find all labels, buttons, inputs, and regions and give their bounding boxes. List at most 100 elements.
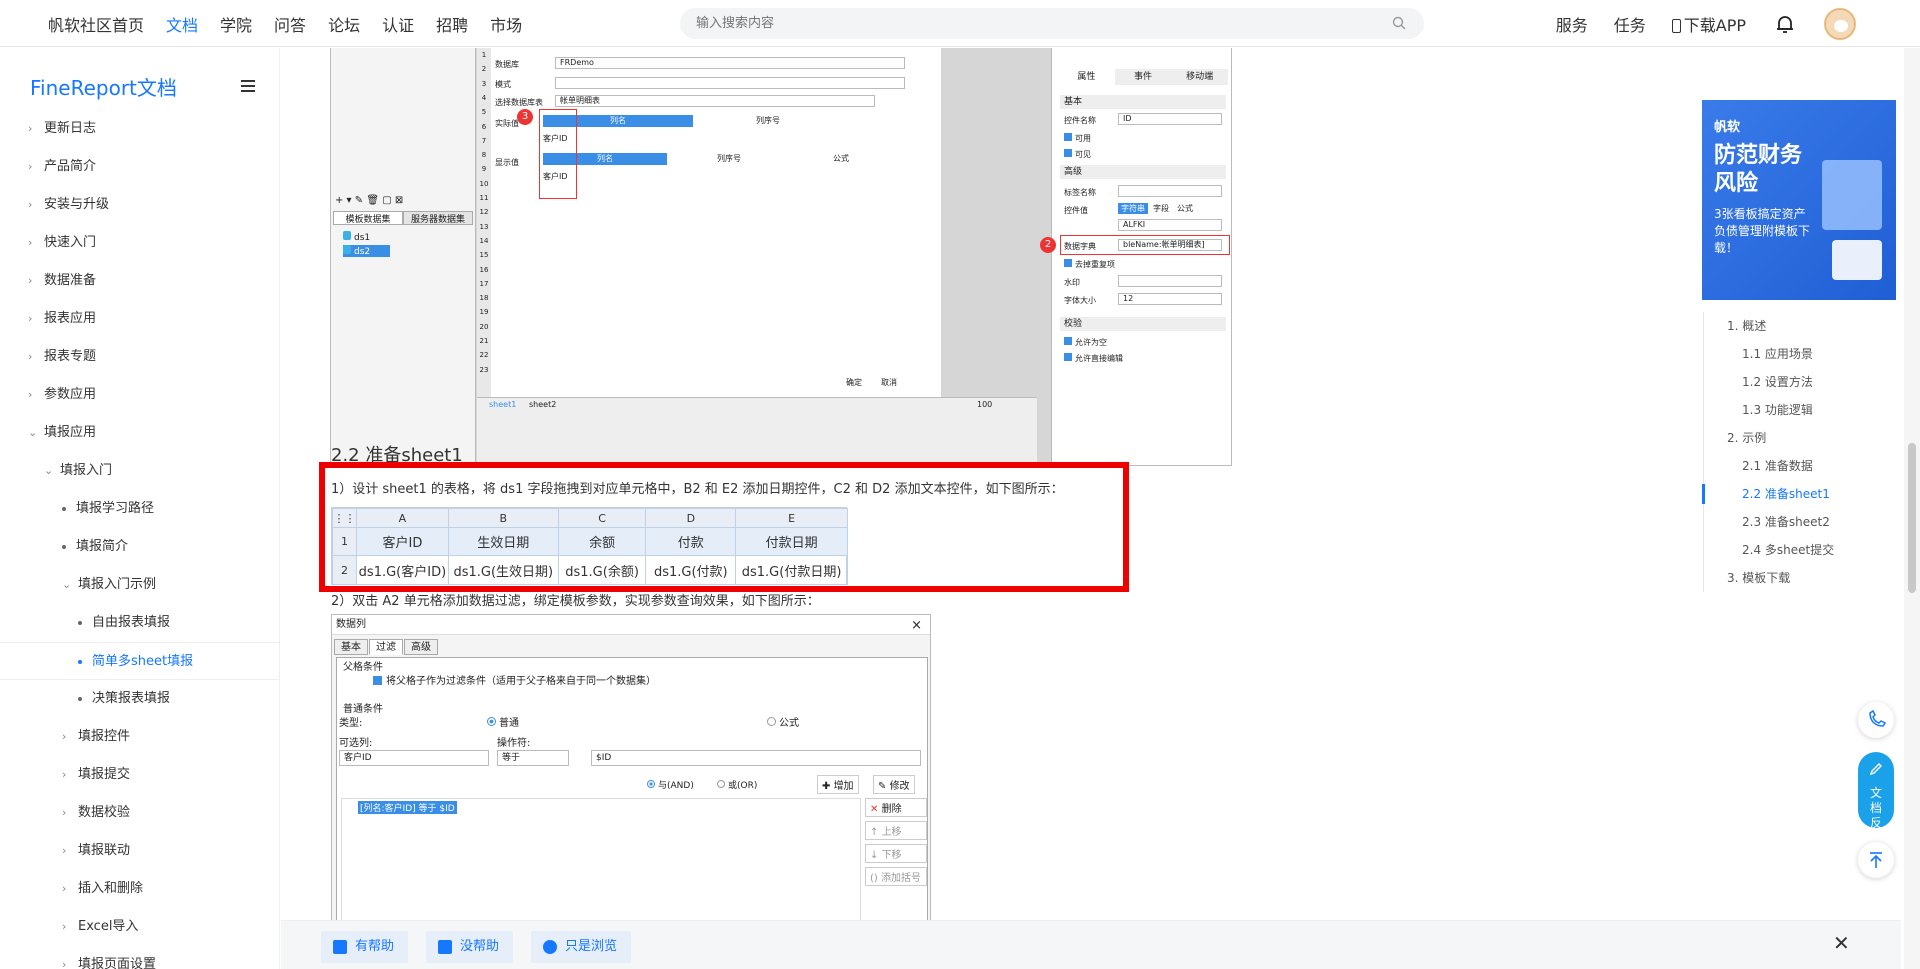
nav-docs[interactable]: 文档 <box>166 12 198 36</box>
nav-download-app[interactable]: 下载APP <box>1671 12 1746 36</box>
tab-sheet1[interactable]: sheet1 <box>489 400 516 409</box>
unhelpful-button[interactable]: 没帮助 <box>426 931 514 963</box>
tab-template-dataset[interactable]: 模板数据集 <box>333 211 403 225</box>
section-check[interactable]: 校验 <box>1060 317 1226 331</box>
property-tab[interactable]: 事件 <box>1115 69 1172 85</box>
sidebar-item[interactable]: › 填报联动 <box>0 832 279 870</box>
dataset-ds2[interactable]: ds2 <box>343 245 391 257</box>
scrollbar-thumb[interactable] <box>1908 443 1916 593</box>
or-radio[interactable]: 或(OR) <box>717 778 757 791</box>
sidebar-item[interactable]: › 参数应用 <box>0 376 279 414</box>
toc-item[interactable]: 3. 模板下载 <box>1704 564 1903 592</box>
add-button[interactable]: ✚ 增加 <box>817 775 859 794</box>
bracket-button[interactable]: () 添加括号 <box>865 867 927 886</box>
page-scrollbar[interactable] <box>1904 48 1920 969</box>
sidebar-item[interactable]: › 产品简介 <box>0 148 279 186</box>
sidebar-item[interactable]: › 报表应用 <box>0 300 279 338</box>
sidebar-item[interactable]: › 报表专题 <box>0 338 279 376</box>
condition-item[interactable]: [列名:客户ID] 等于 $ID <box>358 801 457 814</box>
nav-academy[interactable]: 学院 <box>220 12 252 36</box>
sidebar-item[interactable]: › Excel导入 <box>0 908 279 946</box>
toc-item[interactable]: 2.3 准备sheet2 <box>1704 508 1903 536</box>
opt-field[interactable]: 字段 <box>1150 203 1172 214</box>
avatar[interactable] <box>1824 7 1856 40</box>
allow-empty-checkbox[interactable]: 允许为空 <box>1064 337 1107 348</box>
sidebar-item[interactable]: 决策报表填报 <box>0 680 279 718</box>
toc-item[interactable]: 1. 概述 <box>1704 312 1903 340</box>
toc-item[interactable]: 2.1 准备数据 <box>1704 452 1903 480</box>
nav-jobs[interactable]: 招聘 <box>436 12 468 36</box>
opt-formula[interactable]: 公式 <box>1174 203 1196 214</box>
helpful-button[interactable]: 有帮助 <box>321 931 409 963</box>
ok-button[interactable]: 确定 <box>846 377 862 388</box>
close-icon[interactable]: ✕ <box>1833 933 1853 953</box>
sidebar-item[interactable]: › 安装与升级 <box>0 186 279 224</box>
browse-button[interactable]: 只是浏览 <box>531 931 632 963</box>
fontsize-select[interactable]: 12 <box>1118 293 1222 305</box>
tab-advanced[interactable]: 高级 <box>404 639 438 655</box>
section-advanced[interactable]: 高级 <box>1060 165 1226 179</box>
opt-string[interactable]: 字符串 <box>1118 203 1148 214</box>
phone-button[interactable] <box>1858 702 1894 738</box>
dict-input[interactable]: bleName:帐单明细表] <box>1118 239 1222 251</box>
tab-sheet2[interactable]: sheet2 <box>529 400 556 409</box>
name-input[interactable]: ID <box>1118 113 1222 125</box>
ctrl-text-input[interactable]: ALFKI <box>1118 219 1222 231</box>
tab-basic[interactable]: 基本 <box>334 639 368 655</box>
actual-colseq[interactable]: 列序号 <box>693 115 843 127</box>
mode-select[interactable] <box>555 77 905 89</box>
section-basic[interactable]: 基本 <box>1060 95 1226 109</box>
sidebar-brand[interactable]: FineReport文档 <box>30 72 177 101</box>
sidebar-item[interactable]: 简单多sheet填报 <box>0 642 279 680</box>
bell-icon[interactable] <box>1776 14 1794 34</box>
visible-checkbox[interactable]: 可见 <box>1064 149 1091 160</box>
toc-item[interactable]: 2.4 多sheet提交 <box>1704 536 1903 564</box>
parent-cond-checkbox[interactable]: 将父格子作为过滤条件（适用于父子格来自于同一个数据集） <box>373 672 656 687</box>
toc-item[interactable]: 2.2 准备sheet1 <box>1702 480 1903 508</box>
sidebar-item[interactable]: ⌄ 填报入门 <box>0 452 279 490</box>
sidebar-item[interactable]: › 快速入门 <box>0 224 279 262</box>
doc-feedback-button[interactable]: 文档反馈 <box>1858 752 1894 845</box>
property-tab[interactable]: 移动端 <box>1171 69 1228 85</box>
nav-home[interactable]: 帆软社区首页 <box>48 12 144 36</box>
dedup-checkbox[interactable]: 去掉重复项 <box>1064 259 1115 270</box>
display-formula[interactable]: 公式 <box>791 153 891 165</box>
move-down-button[interactable]: ↓ 下移 <box>865 844 927 863</box>
nav-task[interactable]: 任务 <box>1614 12 1646 36</box>
cancel-button[interactable]: 取消 <box>881 377 897 388</box>
enabled-checkbox[interactable]: 可用 <box>1064 133 1091 144</box>
column-select[interactable]: 客户ID <box>339 750 489 766</box>
dataset-ds1[interactable]: ds1 <box>343 231 370 243</box>
close-icon[interactable]: × <box>911 616 922 636</box>
search-icon[interactable] <box>1392 16 1406 30</box>
promo-banner[interactable]: 帆软 防范财务风险 3张看板搞定资产负债管理附模板下载！ <box>1702 100 1896 300</box>
sidebar-item[interactable]: 填报学习路径 <box>0 490 279 528</box>
nav-service[interactable]: 服务 <box>1556 12 1588 36</box>
search-box[interactable] <box>680 8 1424 39</box>
nav-cert[interactable]: 认证 <box>382 12 414 36</box>
menu-icon[interactable] <box>241 80 255 92</box>
back-to-top-button[interactable] <box>1858 842 1894 878</box>
toc-item[interactable]: 1.2 设置方法 <box>1704 368 1903 396</box>
toc-item[interactable]: 2. 示例 <box>1704 424 1903 452</box>
and-radio[interactable]: 与(AND) <box>647 778 694 791</box>
modify-button[interactable]: ✎ 修改 <box>873 775 915 794</box>
param-input[interactable]: $ID <box>591 750 921 766</box>
tab-filter[interactable]: 过滤 <box>369 639 403 655</box>
table-select[interactable]: 帐单明细表 <box>555 95 875 107</box>
operator-select[interactable]: 等于 <box>497 750 569 766</box>
search-input[interactable] <box>680 8 1360 39</box>
display-colseq[interactable]: 列序号 <box>667 153 791 165</box>
sidebar-item[interactable]: › 数据准备 <box>0 262 279 300</box>
nav-qa[interactable]: 问答 <box>274 12 306 36</box>
delete-button[interactable]: ✕ 删除 <box>865 798 927 817</box>
nav-market[interactable]: 市场 <box>490 12 522 36</box>
sidebar-item[interactable]: › 插入和删除 <box>0 870 279 908</box>
toc-item[interactable]: 1.1 应用场景 <box>1704 340 1903 368</box>
type-normal-radio[interactable]: 普通 <box>487 714 519 729</box>
sidebar-item[interactable]: ⌄ 填报入门示例 <box>0 566 279 604</box>
sidebar-item[interactable]: ⌄ 填报应用 <box>0 414 279 452</box>
move-up-button[interactable]: ↑ 上移 <box>865 821 927 840</box>
db-select[interactable]: FRDemo <box>555 57 905 69</box>
sidebar-item[interactable]: 自由报表填报 <box>0 604 279 642</box>
